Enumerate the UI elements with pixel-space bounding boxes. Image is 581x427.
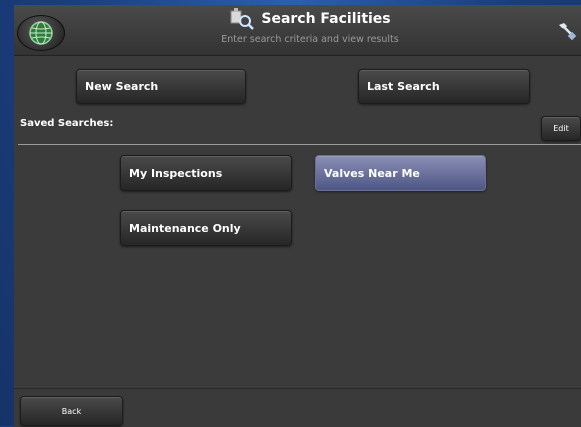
tools-button[interactable] (556, 20, 578, 46)
tools-icon (559, 23, 577, 41)
saved-search-valves-near-me[interactable]: Valves Near Me (315, 155, 486, 191)
page-title: Search Facilities (261, 11, 391, 27)
saved-search-maintenance-only[interactable]: Maintenance Only (120, 210, 292, 246)
edit-button[interactable]: Edit (541, 116, 581, 141)
header-title-block: Search Facilities Enter search criteria … (190, 8, 430, 45)
saved-search-my-inspections[interactable]: My Inspections (120, 155, 292, 191)
last-search-button[interactable]: Last Search (358, 69, 530, 104)
edit-label: Edit (553, 124, 569, 133)
page-subtitle: Enter search criteria and view results (221, 34, 399, 45)
last-search-label: Last Search (367, 80, 440, 93)
divider (18, 144, 581, 145)
back-button[interactable]: Back (20, 396, 123, 426)
saved-searches-label: Saved Searches: (20, 118, 114, 129)
globe-icon (29, 21, 53, 45)
back-label: Back (61, 406, 82, 416)
globe-button[interactable] (17, 15, 65, 51)
saved-search-label: My Inspections (129, 166, 223, 180)
saved-search-label: Valves Near Me (324, 166, 420, 180)
new-search-button[interactable]: New Search (76, 69, 246, 104)
saved-search-label: Maintenance Only (129, 221, 241, 235)
new-search-label: New Search (85, 80, 159, 93)
search-facilities-icon (230, 8, 255, 30)
